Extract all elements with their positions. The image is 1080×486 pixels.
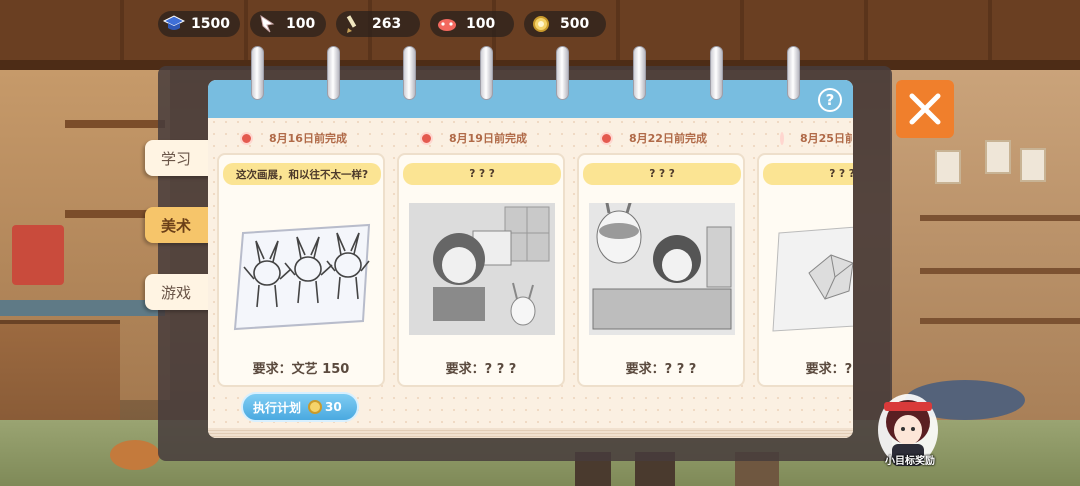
wall-poster: [985, 140, 1011, 174]
wall-poster: [1020, 148, 1046, 182]
resource-game: 100: [430, 11, 514, 37]
plan-card[interactable]: ? ? ? 要求：? ? ?: [397, 153, 565, 387]
clock-icon: [240, 131, 253, 145]
deadline-text: 8月25日前完成: [800, 132, 852, 145]
game-controller-icon: [434, 13, 460, 35]
plan-card[interactable]: ? ? ? 要求：? ? ?: [757, 153, 853, 387]
resource-value: 100: [466, 16, 496, 32]
help-symbol: ?: [825, 91, 835, 109]
resource-art: 263: [336, 11, 420, 37]
card-requirement: 要求：? ? ?: [445, 362, 517, 377]
wall-shelf: [920, 215, 1080, 221]
deadline-row: 8月25日前完成: [780, 130, 852, 146]
tab-label: 学习: [161, 149, 192, 168]
resource-value: 100: [286, 16, 316, 32]
spark-icon: [254, 13, 280, 35]
execute-cost: 30: [307, 399, 342, 415]
plan-card[interactable]: 这次画展，和以往不太一样? 要求：文艺 150: [217, 153, 385, 387]
deadline-row: 8月22日前完成: [600, 130, 707, 146]
gear-coin-icon: [528, 13, 554, 35]
resource-value: 1500: [191, 16, 230, 32]
help-button[interactable]: ?: [818, 88, 842, 112]
tab-study[interactable]: 学习: [145, 140, 215, 176]
deadline-row: 8月16日前完成: [240, 130, 347, 146]
resource-value: 263: [372, 16, 402, 32]
close-icon: [909, 93, 941, 125]
tab-label: 游戏: [161, 283, 192, 302]
food-plate: [110, 440, 160, 470]
card-clip: ? ? ? 要求：? ? ?: [757, 153, 853, 389]
card-requirement: 要求：文艺 150: [252, 362, 350, 377]
wall-shelf: [65, 120, 165, 128]
execute-cost-value: 30: [325, 400, 342, 414]
resource-spark: 100: [250, 11, 326, 37]
execute-plan-label: 执行计划: [253, 400, 302, 415]
card-title: ? ? ?: [583, 163, 741, 185]
tab-label: 美术: [161, 216, 192, 235]
resource-value: 500: [560, 16, 590, 32]
card-requirement: 要求：? ? ?: [805, 362, 853, 377]
tab-art[interactable]: 美术: [145, 207, 215, 243]
wall-shelf: [920, 268, 1080, 274]
kitchen-counter: [0, 300, 165, 316]
plan-card[interactable]: ? ? ? 要求：? ? ?: [577, 153, 745, 387]
paint-brush-icon: [340, 13, 366, 35]
reward-label: 小目标奖励: [885, 456, 935, 467]
deadline-text: 8月22日前完成: [629, 132, 707, 145]
execute-plan-button[interactable]: 执行计划 30: [241, 392, 359, 422]
card-title: ? ? ?: [403, 163, 561, 185]
locked-studio-illustration: [589, 203, 735, 335]
wall-shelf: [920, 318, 1080, 324]
card-title: 这次画展，和以往不太一样?: [223, 163, 381, 185]
clock-icon: [780, 131, 784, 145]
wall-poster: [935, 150, 961, 184]
deadline-row: 8月19日前完成: [420, 130, 527, 146]
card-requirement: 要求：? ? ?: [625, 362, 697, 377]
locked-painting-illustration: [409, 203, 555, 335]
resource-coin: 500: [524, 11, 606, 37]
notebook-header: [208, 80, 853, 118]
rabbit-sketch-illustration: [233, 223, 371, 331]
resource-study: 1500: [158, 11, 240, 37]
clock-icon: [420, 131, 433, 145]
locked-sketch-illustration: [772, 226, 853, 332]
resource-bar: 1500 100 263 100 500: [158, 11, 606, 37]
close-button[interactable]: [896, 80, 954, 138]
deadline-text: 8月16日前完成: [269, 132, 347, 145]
tab-game[interactable]: 游戏: [145, 274, 215, 310]
clock-icon: [600, 131, 613, 145]
wall-heater: [12, 225, 64, 285]
gear-coin-icon: [308, 400, 323, 414]
notebook-pages-edge: [208, 428, 853, 438]
card-title: ? ? ?: [763, 163, 853, 185]
graduation-cap-icon: [162, 13, 185, 35]
deadline-text: 8月19日前完成: [449, 132, 527, 145]
